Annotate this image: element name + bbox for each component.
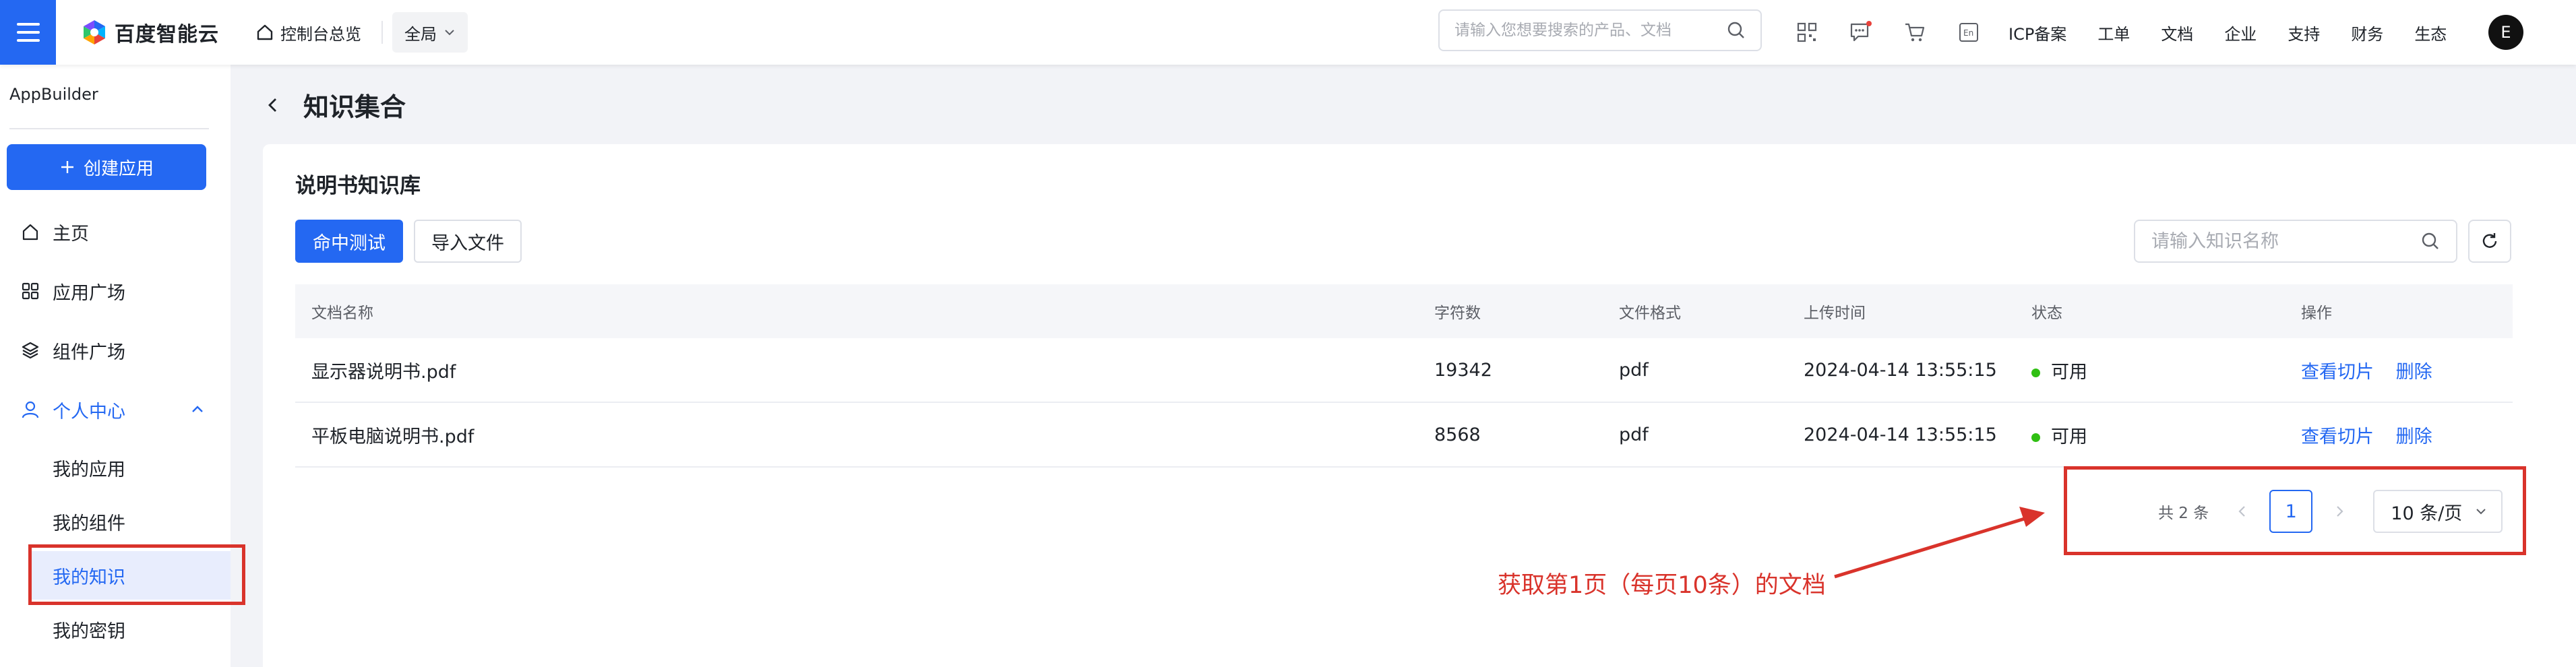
search-icon[interactable] [1727, 21, 1746, 40]
menu-line [16, 39, 40, 42]
region-label: 全局 [404, 24, 437, 44]
language-icon[interactable]: En [1955, 18, 1983, 46]
qrcode-icon[interactable] [1793, 18, 1821, 46]
svg-text:En: En [1963, 28, 1973, 38]
menu-line [16, 23, 40, 26]
nav-link-ecosystem[interactable]: 生态 [2414, 21, 2447, 44]
nav-link-finance[interactable]: 财务 [2351, 21, 2383, 44]
message-icon[interactable] [1847, 18, 1875, 46]
menu-line [16, 31, 40, 34]
annotation-arrow-icon [1834, 507, 2045, 579]
annotation-text: 获取第1页（每页10条）的文档 [1498, 572, 1826, 599]
global-search-input[interactable] [1454, 22, 1727, 39]
brand-name: 百度智能云 [115, 23, 219, 46]
hamburger-menu-button[interactable] [0, 0, 56, 65]
region-select[interactable]: 全局 [392, 12, 468, 53]
cart-icon[interactable] [1901, 18, 1929, 46]
baidu-cloud-logo-icon [84, 20, 105, 44]
global-search-box[interactable] [1438, 9, 1762, 51]
chevron-down-icon [445, 30, 454, 36]
console-overview-link[interactable]: 控制台总览 [256, 21, 361, 44]
user-avatar[interactable]: E [2488, 15, 2523, 50]
top-right-actions: En ICP备案 工单 文档 企业 支持 财务 生态 [1793, 0, 2478, 65]
nav-link-support[interactable]: 支持 [2288, 21, 2320, 44]
top-navigation-bar: 百度智能云 控制台总览 全局 En ICP备案 工 [0, 0, 2576, 65]
divider [381, 21, 383, 44]
home-icon [257, 24, 273, 40]
nav-link-docs[interactable]: 文档 [2161, 21, 2193, 44]
console-overview-label: 控制台总览 [280, 24, 361, 44]
nav-link-icp[interactable]: ICP备案 [2008, 21, 2066, 44]
nav-link-ticket[interactable]: 工单 [2097, 21, 2130, 44]
nav-link-enterprise[interactable]: 企业 [2224, 21, 2257, 44]
brand-logo[interactable]: 百度智能云 [81, 18, 219, 47]
